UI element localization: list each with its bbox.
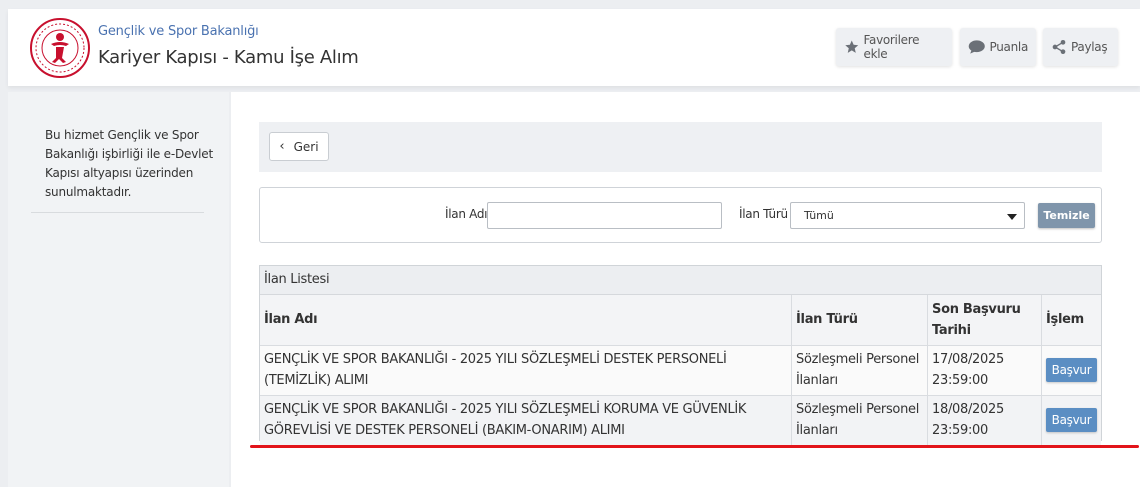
- share-button[interactable]: Paylaş: [1043, 28, 1118, 66]
- table-row: GENÇLİK VE SPOR BAKANLIĞI - 2025 YILI SÖ…: [260, 345, 1101, 395]
- apply-button[interactable]: Başvur: [1046, 408, 1097, 433]
- listing-action-cell: Başvur: [1042, 395, 1102, 445]
- listing-action-cell: Başvur: [1042, 345, 1102, 395]
- rate-button[interactable]: Puanla: [960, 28, 1036, 66]
- type-filter-select[interactable]: Tümü: [790, 202, 1025, 229]
- star-icon: [845, 40, 859, 53]
- page-title: Kariyer Kapısı - Kamu İşe Alım: [98, 47, 359, 68]
- type-filter-value: Tümü: [804, 209, 834, 222]
- share-label: Paylaş: [1071, 40, 1108, 54]
- listing-type: Sözleşmeli Personel İlanları: [791, 395, 928, 445]
- back-bar: ‹ Geri: [259, 122, 1102, 172]
- column-header-action: İşlem: [1046, 312, 1084, 328]
- sidebar-divider: [31, 212, 204, 213]
- listing-deadline: 17/08/2025 23:59:00: [927, 345, 1042, 395]
- column-header-name: İlan Adı: [260, 295, 792, 345]
- name-filter-input[interactable]: [487, 202, 722, 229]
- listing-title: İlan Listesi: [260, 266, 1101, 295]
- table-header-row: İlan Adı İlan Türü Son Başvuru Tarihi İş…: [260, 295, 1101, 345]
- apply-button[interactable]: Başvur: [1046, 358, 1097, 382]
- name-filter-label: İlan Adı: [445, 207, 488, 221]
- chevron-left-icon: ‹: [279, 139, 285, 154]
- table-row: GENÇLİK VE SPOR BAKANLIĞI - 2025 YILI SÖ…: [260, 395, 1101, 445]
- annotation-underline: [250, 445, 1139, 448]
- clear-button[interactable]: Temizle: [1038, 203, 1095, 228]
- sidebar: Bu hizmet Gençlik ve Spor Bakanlığı işbi…: [8, 92, 229, 487]
- favorite-button[interactable]: Favorilere ekle: [836, 28, 952, 66]
- listing-deadline: 18/08/2025 23:59:00: [927, 395, 1042, 445]
- header-bar: Gençlik ve Spor Bakanlığı Kariyer Kapısı…: [8, 9, 1140, 86]
- back-label: Geri: [293, 139, 319, 154]
- column-header-type: İlan Türü: [791, 295, 928, 345]
- listing-name: GENÇLİK VE SPOR BAKANLIĞI - 2025 YILI SÖ…: [260, 395, 792, 445]
- filter-panel: İlan Adı İlan Türü Tümü Temizle: [259, 187, 1102, 243]
- column-header-deadline: Son Başvuru Tarihi: [927, 295, 1042, 345]
- main-content: ‹ Geri İlan Adı İlan Türü Tümü Temizle İ…: [231, 92, 1140, 487]
- type-filter-label: İlan Türü: [739, 207, 788, 221]
- share-icon: [1052, 40, 1066, 54]
- chevron-down-icon: [1007, 214, 1017, 220]
- service-info-text: Bu hizmet Gençlik ve Spor Bakanlığı işbi…: [45, 128, 213, 199]
- ministry-logo-icon: [30, 18, 90, 78]
- favorite-label: Favorilere ekle: [863, 33, 920, 61]
- listing-table: İlan Adı İlan Türü Son Başvuru Tarihi İş…: [260, 295, 1101, 445]
- rate-label: Puanla: [989, 40, 1029, 54]
- comment-icon: [968, 40, 985, 54]
- listing-name: GENÇLİK VE SPOR BAKANLIĞI - 2025 YILI SÖ…: [260, 345, 792, 395]
- listing-panel: İlan Listesi İlan Adı İlan Türü Son Başv…: [259, 265, 1102, 445]
- back-button[interactable]: ‹ Geri: [269, 132, 329, 161]
- org-name[interactable]: Gençlik ve Spor Bakanlığı: [98, 24, 259, 39]
- listing-type: Sözleşmeli Personel İlanları: [791, 345, 928, 395]
